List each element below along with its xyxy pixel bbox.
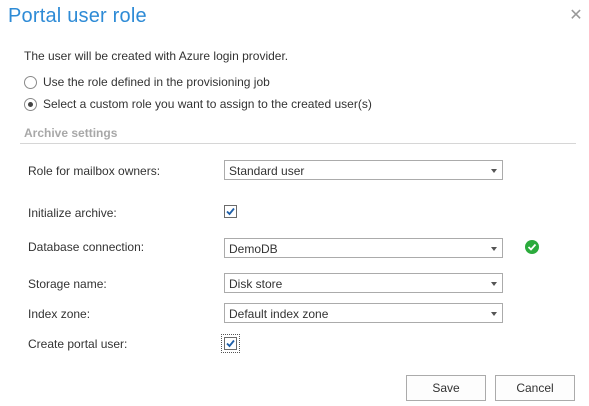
storage-name-label: Storage name: [28, 277, 107, 291]
radio-button-selected[interactable] [24, 97, 37, 111]
archive-settings-header: Archive settings [24, 126, 118, 140]
dialog-title: Portal user role [8, 5, 147, 27]
database-select-value: DemoDB [229, 242, 278, 256]
portal-user-role-dialog: Portal user role ✕ The user will be crea… [0, 0, 589, 406]
check-circle-icon [525, 240, 539, 254]
create-portal-user-checkbox[interactable] [221, 334, 240, 353]
index-zone-label: Index zone: [28, 307, 91, 321]
save-button[interactable]: Save [406, 375, 486, 401]
checkmark-icon [226, 207, 235, 216]
storage-select-value: Disk store [229, 277, 283, 291]
chevron-down-icon [491, 312, 497, 316]
radio-custom-role[interactable]: Select a custom role you want to assign … [24, 97, 372, 111]
chevron-down-icon [491, 247, 497, 251]
create-portal-user-label: Create portal user: [28, 337, 128, 351]
chevron-down-icon [491, 169, 497, 173]
cancel-button[interactable]: Cancel [495, 375, 575, 401]
checkmark-icon [226, 339, 235, 348]
role-label: Role for mailbox owners: [28, 164, 161, 178]
initialize-archive-label: Initialize archive: [28, 206, 117, 220]
radio-button[interactable] [24, 75, 37, 89]
database-connection-select[interactable]: DemoDB [224, 238, 503, 258]
close-icon[interactable]: ✕ [568, 8, 584, 24]
info-text: The user will be created with Azure logi… [24, 49, 289, 63]
radio-label: Use the role defined in the provisioning… [43, 75, 270, 89]
index-zone-select-value: Default index zone [229, 307, 329, 321]
database-connection-label: Database connection: [28, 240, 145, 254]
chevron-down-icon [491, 282, 497, 286]
storage-name-select[interactable]: Disk store [224, 273, 503, 293]
role-select[interactable]: Standard user [224, 160, 503, 180]
index-zone-select[interactable]: Default index zone [224, 303, 503, 323]
initialize-archive-checkbox[interactable] [224, 205, 237, 218]
role-select-value: Standard user [229, 164, 305, 178]
radio-label: Select a custom role you want to assign … [43, 97, 372, 111]
radio-use-provisioning-role[interactable]: Use the role defined in the provisioning… [24, 75, 270, 89]
section-divider [20, 143, 576, 144]
